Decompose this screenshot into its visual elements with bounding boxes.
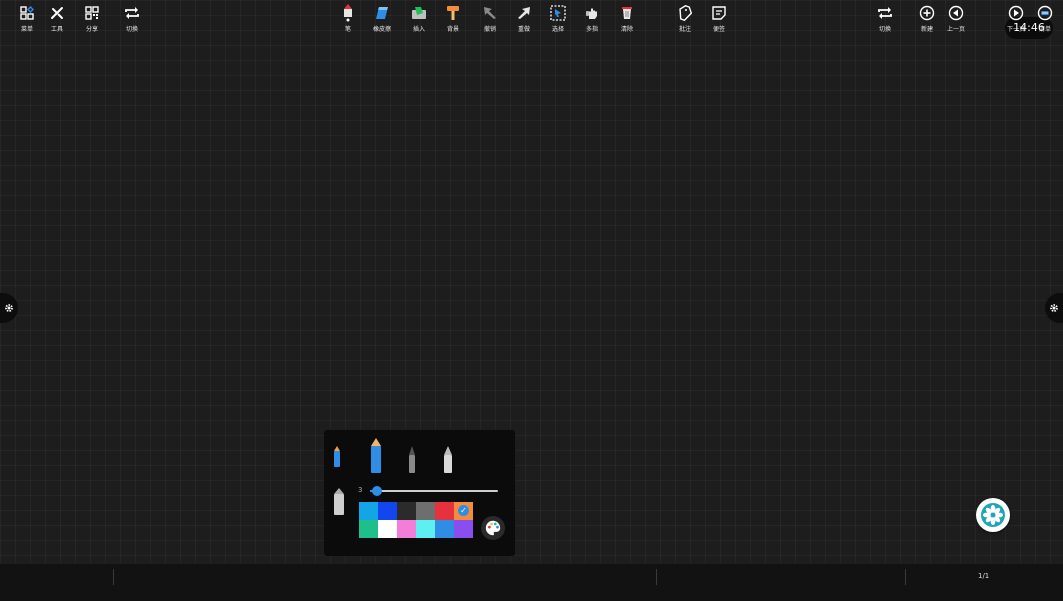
color-swatch[interactable] xyxy=(397,520,416,538)
insert-label: 插入 xyxy=(412,26,425,33)
menu-grid-icon xyxy=(20,5,34,20)
bottom-toolbar xyxy=(0,564,1063,601)
sticky-note-button[interactable]: 便签 xyxy=(703,0,735,37)
color-palette-icon xyxy=(485,520,501,536)
redo-button[interactable]: 重做 xyxy=(508,0,540,37)
switch-label: 切换 xyxy=(125,26,138,33)
undo-label: 撤销 xyxy=(483,26,496,33)
sticky-note-icon xyxy=(712,5,726,20)
color-swatch[interactable] xyxy=(397,502,416,520)
multi-touch-icon xyxy=(586,7,597,19)
color-swatch[interactable] xyxy=(359,502,378,520)
next-page-button[interactable]: 下一页 xyxy=(1000,0,1032,37)
color-swatch[interactable] xyxy=(454,520,473,538)
tools-label: 工具 xyxy=(50,26,63,33)
clear-label: 清除 xyxy=(620,26,633,33)
switch-button-left[interactable]: 切换 xyxy=(116,0,148,37)
share-button[interactable]: 分享 xyxy=(76,0,108,37)
color-swatch[interactable]: ✓ xyxy=(454,502,473,520)
annotate-button[interactable]: 批注 xyxy=(669,0,701,37)
prev-page-icon xyxy=(948,5,964,20)
color-swatch[interactable] xyxy=(378,502,397,520)
page-list-icon xyxy=(1037,5,1053,20)
eraser-icon xyxy=(376,6,388,19)
page-indicator: 1/1 xyxy=(978,572,990,580)
redo-icon xyxy=(518,6,530,19)
multi-touch-button[interactable]: 多指 xyxy=(576,0,608,37)
color-swatch[interactable] xyxy=(359,520,378,538)
toolbar-divider xyxy=(905,569,906,585)
sticky-note-label: 便签 xyxy=(712,26,725,33)
menu-label: 菜单 xyxy=(20,26,33,33)
next-page-label: 下一页 xyxy=(1006,26,1025,33)
select-button[interactable]: 选择 xyxy=(542,0,574,37)
thin-pen-icon[interactable] xyxy=(332,446,342,468)
color-swatch-grid: ✓ xyxy=(359,502,475,538)
flower-menu-icon xyxy=(981,503,1005,527)
insert-button[interactable]: 插入 xyxy=(403,0,435,37)
share-label: 分享 xyxy=(85,26,98,33)
color-swatch[interactable] xyxy=(435,520,454,538)
eraser-button[interactable]: 橡皮擦 xyxy=(366,0,398,37)
toolbar-divider xyxy=(656,569,657,585)
undo-icon xyxy=(484,6,496,19)
chalk-pen-icon[interactable] xyxy=(333,488,345,516)
next-page-icon xyxy=(1008,5,1024,20)
clear-trash-icon xyxy=(622,6,632,19)
switch-label: 切换 xyxy=(878,26,891,33)
annotate-label: 批注 xyxy=(678,26,691,33)
pen-tool-button[interactable]: 笔 xyxy=(332,0,364,37)
gear-icon xyxy=(5,304,13,312)
whiteboard-canvas[interactable] xyxy=(0,0,1063,564)
highlighter-pen-icon[interactable] xyxy=(369,438,383,474)
gear-icon xyxy=(1050,304,1058,312)
page-list-button[interactable]: 清单 xyxy=(1029,0,1061,37)
color-swatch[interactable] xyxy=(416,502,435,520)
page-list-label: 清单 xyxy=(1038,26,1051,33)
new-page-button[interactable]: 新建 xyxy=(911,0,943,37)
color-swatch[interactable] xyxy=(416,520,435,538)
add-page-icon xyxy=(919,5,935,20)
background-button[interactable]: 背景 xyxy=(437,0,469,37)
insert-icon xyxy=(412,6,426,19)
redo-label: 重做 xyxy=(517,26,530,33)
select-label: 选择 xyxy=(551,26,564,33)
menu-button[interactable]: 菜单 xyxy=(11,0,43,37)
pen-label: 笔 xyxy=(344,26,351,33)
color-swatch[interactable] xyxy=(378,520,397,538)
new-page-label: 新建 xyxy=(920,26,933,33)
tools-button[interactable]: 工具 xyxy=(41,0,73,37)
eraser-label: 橡皮擦 xyxy=(372,26,391,33)
tools-icon xyxy=(51,6,63,19)
undo-button[interactable]: 撤销 xyxy=(474,0,506,37)
pen-size-slider[interactable] xyxy=(370,490,498,492)
marker-pen-icon[interactable] xyxy=(442,446,454,474)
switch-icon xyxy=(125,6,139,19)
background-brush-icon xyxy=(447,5,459,20)
brush-pen-icon[interactable] xyxy=(407,446,417,474)
annotate-icon xyxy=(679,4,692,21)
floating-assistant-button[interactable] xyxy=(976,498,1010,532)
prev-page-label: 上一页 xyxy=(946,26,965,33)
switch-icon xyxy=(878,6,892,19)
pen-size-value: 3 xyxy=(358,486,363,494)
select-icon xyxy=(550,4,566,21)
toolbar-divider xyxy=(113,569,114,585)
background-label: 背景 xyxy=(446,26,459,33)
prev-page-button[interactable]: 上一页 xyxy=(940,0,972,37)
multi-touch-label: 多指 xyxy=(585,26,598,33)
color-palette-button[interactable] xyxy=(481,516,505,540)
switch-button-right[interactable]: 切换 xyxy=(869,0,901,37)
pen-size-slider-thumb[interactable] xyxy=(371,486,382,496)
selected-check-icon: ✓ xyxy=(458,505,469,516)
qr-share-icon xyxy=(85,5,99,20)
clear-button[interactable]: 清除 xyxy=(611,0,643,37)
pen-icon xyxy=(344,3,352,21)
color-swatch[interactable] xyxy=(435,502,454,520)
